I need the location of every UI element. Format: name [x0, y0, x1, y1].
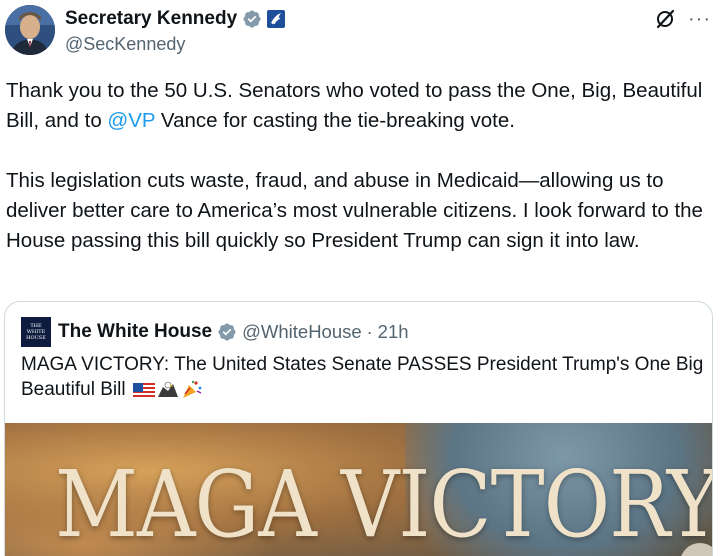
eagle-emoji [157, 379, 179, 406]
party-popper-emoji [181, 379, 203, 406]
quoted-tweet[interactable]: THE WHITE HOUSE The White House @WhiteHo… [4, 301, 713, 556]
quoted-tweet-text: MAGA VICTORY: The United States Senate P… [21, 352, 711, 406]
verified-badge-icon[interactable] [217, 322, 237, 342]
verified-badge-icon[interactable] [242, 9, 262, 29]
tweet-text-segment: Vance for casting the tie-breaking vote. [155, 109, 515, 132]
quoted-author-handle[interactable]: @WhiteHouse [242, 321, 362, 343]
quoted-author-avatar[interactable]: THE WHITE HOUSE [21, 317, 51, 347]
quoted-tweet-header: THE WHITE HOUSE The White House @WhiteHo… [21, 317, 409, 347]
media-title-text: MAGA VICTORY [55, 451, 713, 556]
avatar-text-line: HOUSE [26, 335, 46, 341]
hhs-eagle-icon[interactable] [266, 9, 286, 29]
more-options-icon[interactable]: ··· [688, 9, 711, 29]
quoted-author-name[interactable]: The White House [58, 321, 212, 343]
author-avatar[interactable] [5, 5, 55, 55]
separator-dot: · [366, 321, 373, 342]
mention-link[interactable]: @VP [107, 109, 155, 132]
grok-icon[interactable] [654, 8, 676, 30]
quoted-text-content: MAGA VICTORY: The United States Senate P… [21, 354, 704, 400]
tweet-paragraph-2: This legislation cuts waste, fraud, and … [6, 169, 703, 252]
tweet-paragraph-1: Thank you to the 50 U.S. Senators who vo… [6, 76, 718, 136]
tweet-text: Thank you to the 50 U.S. Senators who vo… [6, 76, 718, 256]
author-handle[interactable]: @SecKennedy [65, 34, 286, 55]
tweet-actions-top: ··· [654, 8, 711, 30]
author-display-name[interactable]: Secretary Kennedy [65, 8, 237, 30]
us-flag-emoji [132, 381, 155, 406]
quoted-media-image[interactable]: MAGA VICTORY [5, 423, 713, 556]
author-block: Secretary Kennedy @SecKennedy [65, 7, 286, 55]
quoted-timestamp[interactable]: 21h [378, 321, 409, 343]
